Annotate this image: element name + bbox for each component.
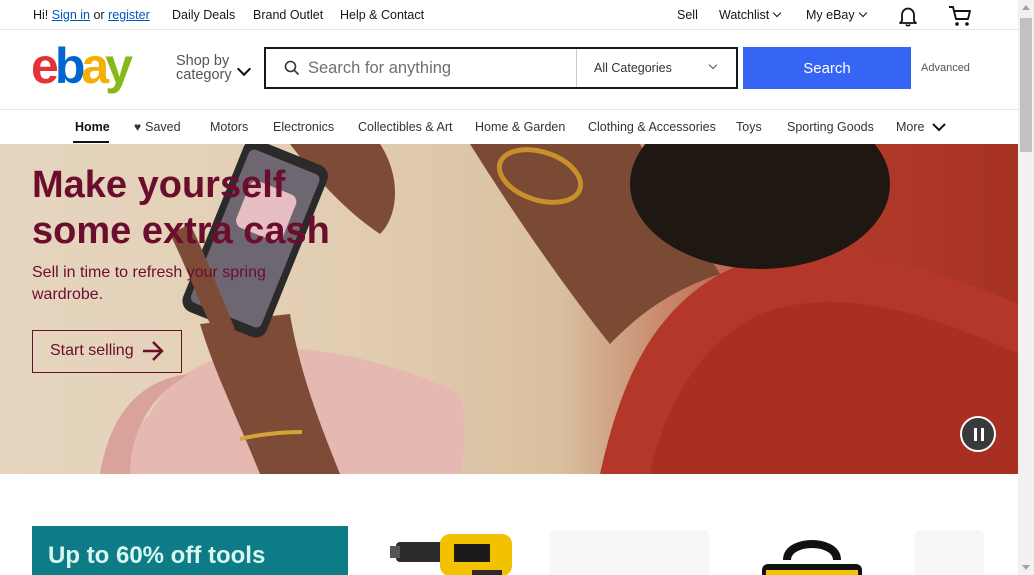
search-icon: [284, 60, 300, 76]
nav-item-home[interactable]: Home: [75, 120, 110, 134]
chevron-down-icon: [773, 8, 782, 18]
bell-icon[interactable]: [897, 5, 919, 27]
promo-title: Up to 60% off tools: [48, 542, 266, 569]
category-select-value: All Categories: [594, 61, 672, 75]
shop-by-line1: Shop by: [176, 53, 230, 69]
tool-bag-image: [732, 530, 892, 575]
watchlist-label: Watchlist: [719, 8, 770, 22]
nav-item-sporting-goods[interactable]: Sporting Goods: [787, 120, 874, 134]
product-tile[interactable]: [914, 530, 984, 575]
nav-item-motors[interactable]: Motors: [210, 120, 248, 134]
nav-item-saved-label: Saved: [145, 120, 181, 134]
chevron-down-icon: [932, 123, 946, 132]
or-text: or: [93, 8, 105, 22]
sign-in-link[interactable]: Sign in: [52, 8, 90, 22]
nav-item-more-label: More: [896, 120, 925, 134]
logo-letter-e: e: [31, 38, 59, 94]
shop-by-category-button[interactable]: Shop by category: [176, 53, 232, 83]
scrollbar-thumb[interactable]: [1020, 18, 1032, 152]
active-tab-indicator: [73, 141, 109, 143]
daily-deals-link[interactable]: Daily Deals: [172, 8, 235, 22]
main-header: ebay Shop by category All Categories Sea…: [0, 30, 1018, 110]
start-selling-button[interactable]: Start selling: [32, 330, 182, 373]
logo-letter-b: b: [54, 38, 85, 94]
shop-by-line2: category: [176, 67, 232, 83]
scroll-down-icon[interactable]: [1022, 565, 1030, 570]
page-scrollbar[interactable]: [1018, 0, 1034, 575]
hero-title-line1: Make yourself: [32, 164, 286, 206]
nav-item-clothing-accessories[interactable]: Clothing & Accessories: [588, 120, 716, 134]
arrow-right-icon: [143, 341, 164, 361]
help-contact-link[interactable]: Help & Contact: [340, 8, 424, 22]
cart-icon[interactable]: [947, 4, 973, 28]
category-select[interactable]: All Categories: [576, 49, 736, 87]
register-link[interactable]: register: [108, 8, 150, 22]
nav-item-toys[interactable]: Toys: [736, 120, 762, 134]
nav-item-home-garden[interactable]: Home & Garden: [475, 120, 565, 134]
sell-link[interactable]: Sell: [677, 8, 698, 22]
chevron-down-icon: [858, 8, 867, 18]
scroll-up-icon[interactable]: [1022, 5, 1030, 10]
nav-item-electronics[interactable]: Electronics: [273, 120, 334, 134]
product-tile[interactable]: [550, 530, 710, 575]
search-box: All Categories: [264, 47, 738, 89]
nav-item-more[interactable]: More: [896, 120, 946, 134]
brand-outlet-link[interactable]: Brand Outlet: [253, 8, 323, 22]
my-ebay-label: My eBay: [806, 8, 855, 22]
product-tile[interactable]: [368, 530, 528, 575]
promo-card[interactable]: Up to 60% off tools: [32, 526, 348, 575]
logo-letter-a: a: [81, 38, 109, 94]
greeting: Hi! Sign in or register: [33, 8, 150, 22]
ebay-logo[interactable]: ebay: [31, 38, 133, 94]
impact-driver-image: [368, 530, 528, 575]
greeting-text: Hi!: [33, 8, 49, 22]
top-utility-bar: Hi! Sign in or register Daily Deals Bran…: [0, 0, 1018, 30]
hero-banner[interactable]: Make yourself some extra cash Sell in ti…: [0, 144, 1018, 474]
hero-title: Make yourself some extra cash: [32, 162, 330, 254]
hero-title-line2: some extra cash: [32, 210, 330, 252]
nav-item-collectibles-art[interactable]: Collectibles & Art: [358, 120, 452, 134]
advanced-search-link[interactable]: Advanced: [921, 62, 970, 74]
logo-letter-y: y: [105, 38, 133, 94]
chevron-down-icon: [708, 60, 718, 70]
my-ebay-menu[interactable]: My eBay: [806, 8, 867, 22]
hero-subtitle: Sell in time to refresh your spring ward…: [32, 264, 266, 303]
heart-icon: ♥: [134, 120, 142, 134]
chevron-down-icon[interactable]: [236, 61, 252, 77]
watchlist-menu[interactable]: Watchlist: [719, 8, 782, 22]
search-button[interactable]: Search: [743, 47, 911, 89]
pause-icon[interactable]: [960, 416, 996, 452]
category-nav: Home ♥ Saved Motors Electronics Collectib…: [0, 110, 1018, 144]
start-selling-label: Start selling: [50, 342, 134, 359]
nav-item-saved[interactable]: ♥ Saved: [134, 120, 181, 134]
product-tile[interactable]: [732, 530, 892, 575]
search-input[interactable]: [308, 49, 576, 87]
